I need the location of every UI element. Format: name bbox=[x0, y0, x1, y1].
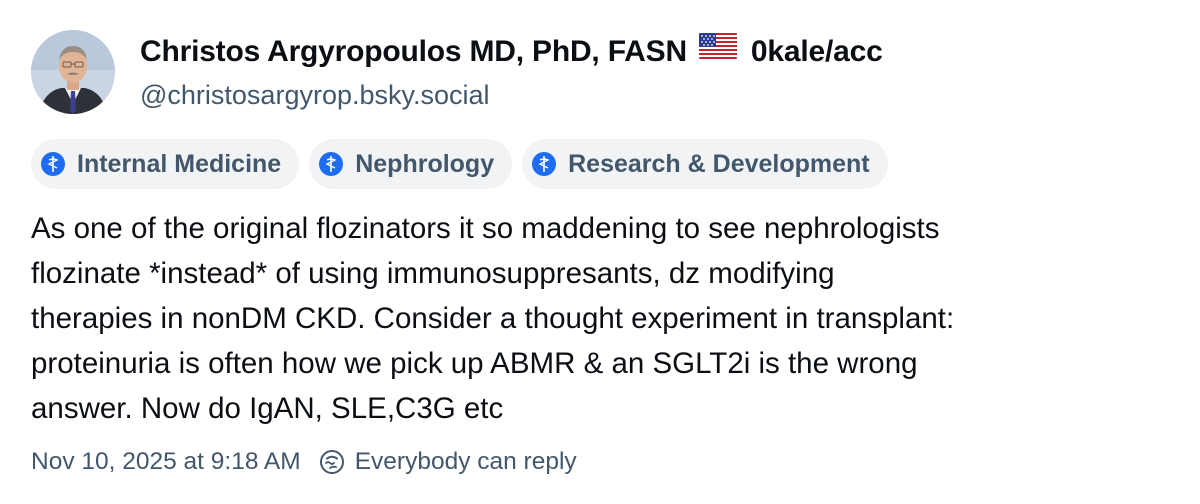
post-footer: Nov 10, 2025 at 9:18 AM Everybody can re… bbox=[31, 448, 577, 476]
post-text-line: proteinuria is often how we pick up ABMR… bbox=[31, 347, 918, 380]
reply-settings-icon bbox=[319, 449, 345, 475]
post-text-line: therapies in nonDM CKD. Consider a thoug… bbox=[31, 302, 955, 335]
badge-research-development[interactable]: Research & Development bbox=[522, 139, 888, 189]
post-text-line: flozinate *instead* of using immunosuppr… bbox=[31, 257, 835, 290]
reply-setting-label[interactable]: Everybody can reply bbox=[355, 448, 577, 476]
badge-nephrology[interactable]: Nephrology bbox=[309, 139, 513, 189]
post-card: Christos Argyropoulos MD, PhD, FASN 0kal… bbox=[0, 0, 1200, 504]
medical-staff-icon bbox=[41, 152, 65, 176]
author-handle[interactable]: @christosargyrop.bsky.social bbox=[140, 78, 490, 112]
badge-label: Nephrology bbox=[355, 149, 495, 178]
post-text-line: answer. Now do IgAN, SLE,C3G etc bbox=[31, 392, 504, 425]
medical-staff-icon bbox=[319, 152, 344, 176]
post-timestamp[interactable]: Nov 10, 2025 at 9:18 AM bbox=[31, 448, 301, 476]
profile-photo-icon bbox=[31, 30, 115, 114]
post-text: As one of the original flozinators it so… bbox=[31, 206, 1171, 431]
author-name-suffix[interactable]: 0kale/acc bbox=[751, 35, 883, 68]
author-display-name[interactable]: Christos Argyropoulos MD, PhD, FASN bbox=[140, 35, 687, 68]
author-display-name-row[interactable]: Christos Argyropoulos MD, PhD, FASN 0kal… bbox=[140, 32, 883, 71]
badge-label: Internal Medicine bbox=[77, 149, 282, 178]
us-flag-icon bbox=[698, 32, 737, 68]
badge-internal-medicine[interactable]: Internal Medicine bbox=[31, 139, 300, 189]
post-text-line: As one of the original flozinators it so… bbox=[31, 212, 940, 245]
badge-label: Research & Development bbox=[568, 149, 870, 178]
avatar[interactable] bbox=[31, 30, 115, 114]
profile-badges: Internal Medicine Nephrology Research & … bbox=[31, 139, 888, 189]
medical-staff-icon bbox=[532, 152, 557, 176]
